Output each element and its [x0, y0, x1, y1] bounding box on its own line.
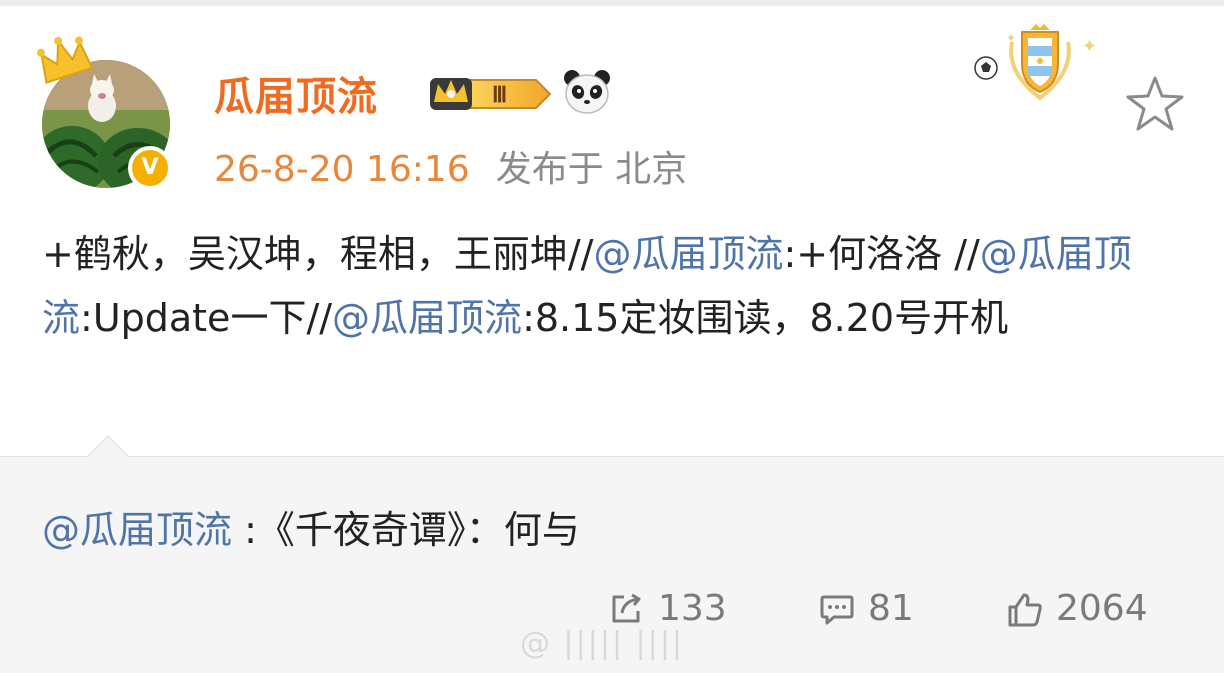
- post-location: 发布于 北京: [495, 149, 688, 190]
- share-count: 133: [658, 588, 727, 629]
- repost-body: :《千夜奇谭》：何与: [232, 508, 580, 552]
- mention-link[interactable]: @瓜届顶流: [332, 296, 522, 340]
- content-text: +鹤秋，吴汉坤，程相，王丽坤//: [42, 232, 594, 276]
- like-count: 2064: [1056, 588, 1148, 629]
- avatar-container[interactable]: V: [36, 36, 172, 190]
- star-icon[interactable]: [1124, 74, 1186, 132]
- watermark: @ ||||| ||||: [520, 626, 685, 661]
- repost-pointer-fill: [87, 437, 129, 458]
- content-text: :Update一下//: [80, 296, 333, 340]
- weibo-post-card: V 瓜届顶流 Ⅲ 26-8-20 16:16 发布于 北京 ✦ ✦ +鹤秋，吴汉…: [0, 6, 1224, 456]
- level-badge-icon[interactable]: Ⅲ: [428, 72, 552, 116]
- comment-icon: [820, 595, 854, 625]
- panda-icon: [564, 70, 610, 114]
- svg-text:✦: ✦: [1082, 36, 1097, 57]
- repost-mention[interactable]: @瓜届顶流: [42, 508, 232, 552]
- verified-icon: V: [128, 146, 172, 190]
- action-bar: 133 81 2064: [0, 587, 1224, 631]
- level-badge-text: Ⅲ: [492, 82, 507, 107]
- content-text: :+何洛洛 //: [783, 232, 980, 276]
- mention-link[interactable]: @瓜届顶流: [593, 232, 783, 276]
- repost-text[interactable]: @瓜届顶流 :《千夜奇谭》：何与: [42, 499, 580, 554]
- post-timestamp: 26-8-20 16:16: [214, 149, 470, 190]
- svg-text:✦: ✦: [1006, 31, 1016, 45]
- comment-count: 81: [868, 588, 914, 629]
- post-content: +鹤秋，吴汉坤，程相，王丽坤//@瓜届顶流:+何洛洛 //@瓜届顶流:Updat…: [42, 222, 1192, 350]
- username[interactable]: 瓜届顶流: [214, 64, 378, 122]
- thumbs-up-icon: [1008, 593, 1042, 627]
- share-icon: [612, 593, 641, 623]
- content-text: :8.15定妆围读，8.20号开机: [522, 296, 1009, 340]
- post-meta: 26-8-20 16:16 发布于 北京: [214, 140, 687, 192]
- football-trophy-icon: ✦ ✦: [974, 24, 1097, 101]
